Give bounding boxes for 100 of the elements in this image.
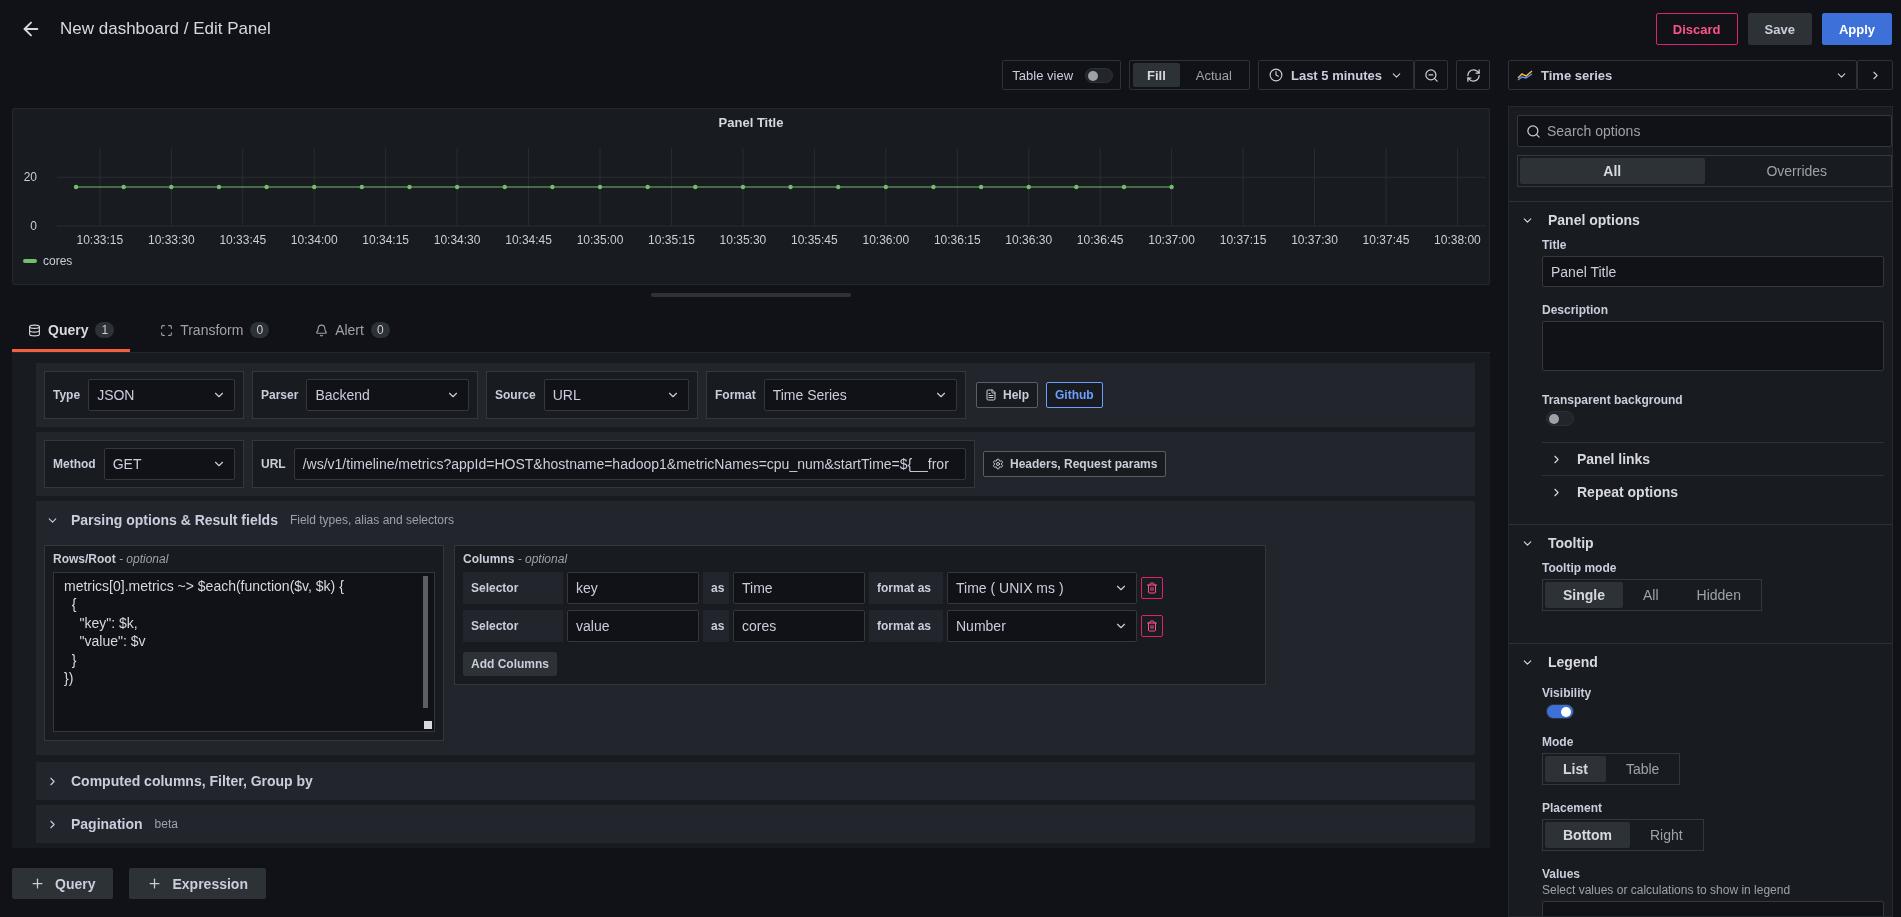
select-field[interactable]: Time Series [763, 379, 957, 411]
delete-button[interactable] [1141, 577, 1163, 599]
data-point [836, 184, 841, 190]
trash-icon [1146, 582, 1158, 594]
select-field[interactable]: GET [103, 448, 235, 480]
trash-icon [1146, 620, 1158, 632]
toggle-switch[interactable] [1546, 411, 1574, 426]
radio-option[interactable]: Single [1545, 582, 1623, 608]
axis-label: 10:37:15 [1219, 233, 1267, 247]
primary-button[interactable]: Apply [1821, 13, 1892, 45]
table-view-toggle[interactable]: Table view [1002, 60, 1122, 90]
data-point [550, 184, 555, 190]
axis-label: 0 [30, 219, 37, 233]
search-icon [1526, 123, 1541, 139]
text-field[interactable]: Panel Title [1542, 256, 1884, 287]
zoom-out-button[interactable] [1414, 60, 1448, 90]
alias-input[interactable]: Time [733, 572, 865, 604]
editor-tab[interactable]: Transform 0 [144, 311, 286, 352]
time-range-picker[interactable]: Last 5 minutes [1257, 60, 1414, 90]
axis-label: 10:34:30 [433, 233, 481, 247]
code-editor[interactable]: metrics[0].metrics ~> $each(function($v, $k) { { "key": $k, "value": $v } }) [53, 572, 435, 732]
radio-option[interactable]: Table [1607, 756, 1678, 782]
axis-label: 10:38:00 [1434, 233, 1481, 247]
editor-tab[interactable]: Alert 0 [299, 311, 406, 352]
plus-icon [147, 876, 163, 891]
radio-option[interactable]: Hidden [1678, 582, 1759, 608]
options-tab[interactable]: Overrides [1704, 158, 1889, 184]
resize-handle[interactable] [651, 293, 851, 297]
headers-button[interactable]: Headers, Request params [983, 451, 1167, 477]
subsection-header[interactable]: Panel links [1542, 442, 1884, 475]
selector-input[interactable]: value [567, 610, 699, 642]
section-header[interactable]: Parsing options & Result fields Field types, alias and selectors [36, 501, 1475, 539]
axis-label: 10:36:00 [862, 233, 910, 247]
axis-label: 10:34:00 [290, 233, 338, 247]
legend-label[interactable]: cores [43, 254, 73, 268]
add-button[interactable]: Expression [129, 868, 266, 899]
scrollbar[interactable] [423, 576, 428, 708]
axis-label: 10:35:30 [719, 233, 767, 247]
resize-grip-icon[interactable] [424, 721, 432, 729]
select-field[interactable]: Backend [306, 379, 469, 411]
format-label: format as [869, 610, 943, 642]
data-point [645, 184, 650, 190]
format-select[interactable]: Number [947, 610, 1137, 642]
as-label: as [703, 610, 729, 642]
options-section-header[interactable]: Legend [1509, 644, 1884, 680]
time-series-icon [1517, 69, 1533, 81]
panel-title: Panel Title [718, 115, 784, 130]
radio-option[interactable]: List [1545, 756, 1606, 782]
format-select[interactable]: Time ( UNIX ms ) [947, 572, 1137, 604]
section-header[interactable]: Pagination beta [36, 805, 1475, 843]
data-point [740, 184, 746, 190]
page-title: New dashboard / Edit Panel [60, 19, 272, 39]
field-label: Transparent background [1542, 393, 1683, 407]
url-input[interactable]: /ws/v1/timeline/metrics?appId=HOST&hostname=hadoop1&metricNames=cpu_num&startTime=${__fror [293, 448, 966, 480]
data-point [264, 184, 269, 190]
axis-label: 20 [23, 170, 37, 185]
bell-icon [315, 323, 329, 337]
visualization-picker[interactable]: Time series [1508, 60, 1857, 90]
add-columns-button[interactable]: Add Columns [463, 652, 557, 676]
delete-button[interactable] [1141, 615, 1163, 637]
axis-label: 10:35:45 [791, 233, 838, 247]
size-mode-option[interactable]: Actual [1181, 63, 1246, 87]
axis-label: 10:33:15 [76, 233, 124, 247]
field-label: Title [1542, 238, 1567, 252]
options-tab[interactable]: All [1520, 158, 1705, 184]
axis-label: 10:34:45 [505, 233, 552, 247]
radio-option[interactable]: Right [1632, 822, 1701, 848]
select-field[interactable]: JSON [88, 379, 235, 411]
selector-input[interactable]: key [567, 572, 699, 604]
section-header[interactable]: Computed columns, Filter, Group by [36, 762, 1475, 800]
selector-label: Selector [463, 572, 563, 604]
box-label: Columns - optional [463, 552, 569, 566]
data-point [359, 184, 365, 190]
options-section-header[interactable]: Tooltip [1509, 525, 1884, 561]
add-button[interactable]: Query [12, 868, 114, 899]
github-link[interactable]: Github [1046, 382, 1103, 408]
clock-icon [1268, 68, 1283, 82]
help-button[interactable]: Help [976, 382, 1038, 408]
options-section-header[interactable]: Panel options [1509, 202, 1884, 238]
axis-label: 10:34:15 [362, 233, 410, 247]
toggle-switch[interactable] [1546, 704, 1574, 719]
search-field[interactable]: Search options [1517, 115, 1892, 147]
select-field[interactable]: URL [543, 379, 689, 411]
field-label: Type [53, 388, 81, 402]
danger-button[interactable]: Discard [1655, 13, 1738, 45]
data-point [169, 184, 174, 190]
axis-label: 10:36:15 [933, 233, 981, 247]
data-point [121, 184, 126, 190]
axis-label: 10:37:30 [1291, 233, 1338, 247]
secondary-button[interactable]: Save [1747, 13, 1812, 45]
alias-input[interactable]: cores [733, 610, 865, 642]
plus-icon [30, 876, 45, 891]
radio-option[interactable]: Bottom [1545, 822, 1630, 848]
refresh-button[interactable] [1456, 60, 1490, 90]
radio-option[interactable]: All [1625, 582, 1677, 608]
data-point [216, 184, 222, 190]
size-mode-option[interactable]: Fill [1133, 63, 1180, 87]
format-label: format as [869, 572, 943, 604]
subsection-header[interactable]: Repeat options [1542, 475, 1884, 508]
field-label: Placement [1542, 801, 1603, 815]
